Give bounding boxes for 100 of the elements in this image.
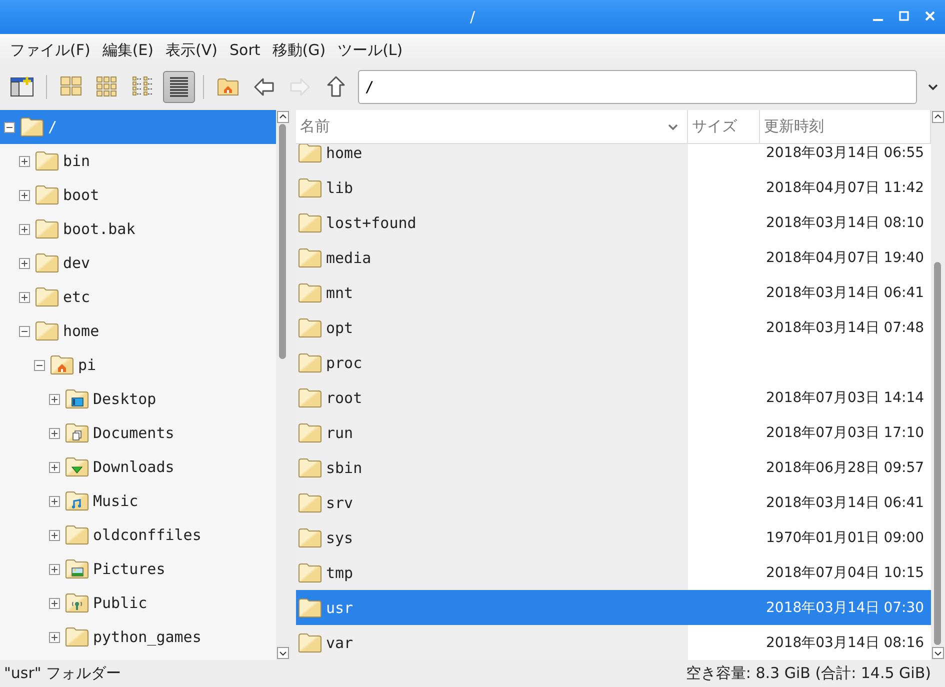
dropdown-icon[interactable] — [927, 83, 939, 91]
tree-item[interactable]: pi — [0, 348, 276, 382]
expander[interactable] — [49, 462, 60, 472]
scroll-thumb[interactable] — [279, 124, 286, 359]
folder-icon — [298, 632, 322, 652]
folder-icon — [298, 422, 322, 442]
folder-icon — [20, 117, 44, 137]
expander[interactable] — [49, 598, 60, 608]
scroll-up-button[interactable] — [932, 111, 944, 123]
menu-item[interactable]: Sort — [224, 41, 266, 59]
file-name: opt — [326, 318, 354, 336]
scroll-down-button[interactable] — [277, 647, 289, 659]
folder-icon — [65, 389, 89, 409]
tree-item[interactable]: Downloads — [0, 450, 276, 484]
tree-item[interactable]: Music — [0, 484, 276, 518]
file-name: mnt — [326, 284, 354, 302]
file-name: srv — [326, 494, 354, 512]
expander[interactable] — [19, 224, 30, 234]
expander[interactable] — [49, 428, 60, 438]
modified-time: 2018年03月14日 06:41 — [766, 284, 924, 300]
menu-item[interactable]: 編集(E) — [96, 40, 160, 60]
tree-item[interactable]: Desktop — [0, 382, 276, 416]
expander[interactable] — [49, 564, 60, 574]
modified-time: 2018年07月04日 10:15 — [766, 564, 924, 580]
column-header[interactable]: サイズ — [688, 110, 760, 143]
scrollbar[interactable] — [931, 110, 945, 660]
scroll-thumb[interactable] — [934, 262, 941, 645]
view-mode-button[interactable] — [163, 71, 195, 103]
expander[interactable] — [19, 326, 30, 336]
folder-icon — [298, 492, 322, 512]
modified-time: 2018年03月14日 08:10 — [766, 214, 924, 230]
modified-time: 2018年03月14日 07:48 — [766, 320, 924, 336]
tree-item[interactable]: python_games — [0, 620, 276, 654]
tree-item[interactable]: oldconffiles — [0, 518, 276, 552]
folder-icon — [298, 144, 322, 162]
folder-icon — [35, 151, 59, 171]
tree-item[interactable]: / — [0, 110, 276, 144]
folder-icon — [298, 178, 322, 198]
folder-icon — [65, 457, 89, 477]
file-row[interactable]: usr 2018年03月14日 07:30 — [296, 590, 931, 625]
tree-item[interactable]: boot — [0, 178, 276, 212]
menu-item[interactable]: 移動(G) — [266, 40, 332, 60]
modified-time: 2018年04月07日 19:40 — [766, 250, 924, 266]
tree-item[interactable]: dev — [0, 246, 276, 280]
tree-item[interactable]: bin — [0, 144, 276, 178]
menu-item[interactable]: ファイル(F) — [4, 40, 96, 60]
expander[interactable] — [19, 258, 30, 268]
scroll-up-button[interactable] — [277, 111, 289, 123]
modified-time: 2018年07月03日 14:14 — [766, 390, 924, 406]
expander[interactable] — [49, 496, 60, 506]
close-icon[interactable] — [923, 9, 937, 23]
file-name: root — [326, 388, 362, 406]
menu-item[interactable]: 表示(V) — [160, 40, 224, 60]
folder-icon — [298, 562, 322, 582]
folder-icon — [65, 593, 89, 613]
tree-item[interactable]: home — [0, 314, 276, 348]
expander[interactable] — [49, 632, 60, 642]
modified-time: 2018年07月03日 17:10 — [766, 424, 924, 440]
file-name: home — [326, 144, 362, 162]
file-name: tmp — [326, 564, 354, 582]
detailed-list-icon — [168, 76, 190, 98]
disk-space-text: 空き容量: 8.3 GiB (合計: 14.5 GiB) — [686, 664, 931, 683]
folder-icon — [35, 287, 59, 307]
modified-time: 1970年01月01日 09:00 — [766, 530, 924, 546]
folder-icon — [298, 212, 322, 232]
right-arrow-icon — [289, 76, 311, 98]
file-name: sys — [326, 528, 354, 546]
home-folder-icon — [217, 76, 239, 98]
folder-icon — [65, 491, 89, 511]
folder-icon — [35, 253, 59, 273]
expander[interactable] — [34, 360, 45, 370]
scrollbar[interactable] — [276, 110, 290, 660]
scroll-down-button[interactable] — [932, 647, 944, 659]
up-arrow-icon — [325, 76, 347, 98]
folder-icon — [298, 248, 322, 268]
expander[interactable] — [4, 122, 15, 132]
menu-item[interactable]: ツール(L) — [332, 40, 409, 60]
folder-icon — [35, 321, 59, 341]
tree-item[interactable]: etc — [0, 280, 276, 314]
tree-item[interactable]: Pictures — [0, 552, 276, 586]
file-name: lib — [326, 178, 354, 196]
window-title: / — [470, 8, 476, 26]
column-header[interactable]: 名前 — [296, 110, 688, 143]
tree-item[interactable]: Public — [0, 586, 276, 620]
expander[interactable] — [49, 530, 60, 540]
expander[interactable] — [19, 156, 30, 166]
modified-time: 2018年03月14日 08:16 — [766, 634, 924, 650]
location-field[interactable]: / — [358, 70, 917, 104]
file-name: sbin — [326, 458, 362, 476]
compact-list-icon — [132, 76, 154, 98]
sort-icon — [667, 122, 679, 130]
maximize-icon[interactable] — [897, 9, 911, 23]
file-name: lost+found — [326, 214, 416, 232]
expander[interactable] — [19, 292, 30, 302]
folder-icon — [298, 458, 322, 478]
tree-item[interactable]: boot.bak — [0, 212, 276, 246]
expander[interactable] — [49, 394, 60, 404]
expander[interactable] — [19, 190, 30, 200]
tree-item[interactable]: Documents — [0, 416, 276, 450]
file-name: proc — [326, 354, 362, 372]
